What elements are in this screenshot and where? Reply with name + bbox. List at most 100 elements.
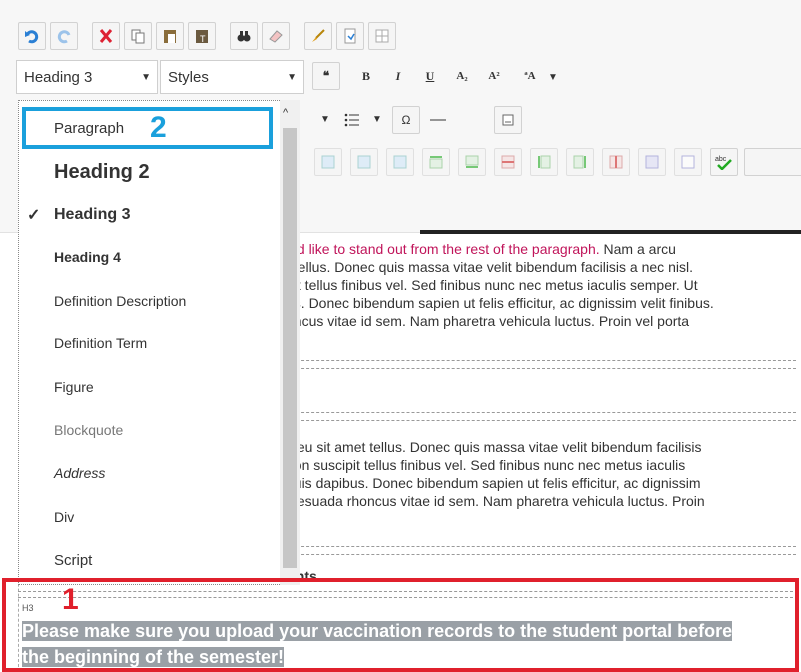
paragraph-line: uld like to stand out from the rest of t… — [286, 240, 792, 258]
paste-text-icon[interactable]: T — [188, 22, 216, 50]
italic-button[interactable]: I — [384, 62, 412, 90]
paragraph-line: t tellus. Donec quis massa vitae velit b… — [286, 259, 693, 275]
italic-label: I — [395, 68, 401, 83]
bold-label: B — [361, 68, 370, 83]
text-case-button[interactable]: ªA — [516, 62, 544, 90]
annotation-number-2: 2 — [150, 111, 167, 144]
horizontal-line-icon[interactable] — [424, 106, 452, 134]
menu-item-figure[interactable]: Figure — [19, 367, 281, 407]
menu-item-address[interactable]: Address — [19, 453, 281, 493]
paragraph-line: s eu sit amet tellus. Donec quis massa v… — [286, 439, 702, 455]
toolbar-more-button[interactable] — [744, 148, 801, 176]
paragraph-line: pit tellus finibus vel. Sed finibus nunc… — [286, 277, 698, 293]
block-divider — [286, 412, 796, 413]
scroll-up-icon[interactable]: ^ — [283, 107, 288, 119]
special-char-button[interactable]: Ω — [392, 106, 420, 134]
menu-item-label: Script — [54, 551, 93, 569]
block-format-value: Heading 3 — [24, 68, 93, 86]
subscript-button[interactable]: A₂ — [448, 62, 476, 90]
annotation-box-2 — [22, 107, 273, 149]
annotation-number-1: 1 — [62, 583, 79, 616]
superscript-button[interactable]: A² — [480, 62, 508, 90]
blockquote-button[interactable]: ❝ — [312, 62, 340, 90]
table-col-icon[interactable] — [386, 148, 414, 176]
chevron-down-icon: ▼ — [141, 71, 151, 83]
menu-item-label: Heading 4 — [54, 249, 121, 265]
paragraph-line: us. Donec bibendum sapien ut felis effic… — [286, 295, 714, 311]
table-icon[interactable] — [368, 22, 396, 50]
menu-item-heading-3[interactable]: ✓ Heading 3 — [19, 195, 281, 235]
insert-col-after-icon[interactable] — [566, 148, 594, 176]
page-break-icon[interactable] — [494, 106, 522, 134]
table-cell-icon[interactable] — [314, 148, 342, 176]
menu-item-label: Definition Term — [54, 335, 148, 351]
delete-col-icon[interactable] — [602, 148, 630, 176]
redo-icon[interactable] — [50, 22, 78, 50]
content-top-border — [420, 230, 801, 234]
block-divider — [286, 420, 796, 421]
insert-row-above-icon[interactable] — [422, 148, 450, 176]
paragraph-line: alesuada rhoncus vitae id sem. Nam phare… — [286, 493, 705, 509]
menu-item-label: Definition Description — [54, 293, 187, 309]
spellcheck-icon[interactable]: abc — [710, 148, 738, 176]
insert-row-below-icon[interactable] — [458, 148, 486, 176]
bullet-list-icon[interactable] — [338, 106, 366, 134]
paragraph-line: quis dapibus. Donec bibendum sapien ut f… — [286, 475, 701, 491]
text-case-label: ªA — [524, 70, 536, 82]
paragraph-text: Nam a arcu — [599, 241, 676, 257]
paragraph-line: non suscipit tellus finibus vel. Sed fin… — [286, 457, 686, 473]
find-icon[interactable] — [230, 22, 258, 50]
copy-icon[interactable] — [124, 22, 152, 50]
brush-icon[interactable] — [304, 22, 332, 50]
eraser-icon[interactable] — [262, 22, 290, 50]
menu-item-label: Heading 3 — [54, 206, 131, 223]
insert-col-before-icon[interactable] — [530, 148, 558, 176]
blockquote-icon: ❝ — [322, 68, 330, 83]
source-icon[interactable] — [336, 22, 364, 50]
menu-item-div[interactable]: Div — [19, 497, 281, 537]
menu-item-script[interactable]: Script — [19, 540, 281, 580]
svg-text:abc: abc — [715, 156, 727, 163]
svg-text:T: T — [200, 34, 206, 44]
block-format-select[interactable]: Heading 3 ▼ — [16, 60, 158, 94]
annotation-box-1 — [2, 578, 799, 672]
check-icon: ✓ — [27, 207, 41, 224]
underline-button[interactable]: U — [416, 62, 444, 90]
menu-item-label: Blockquote — [54, 422, 124, 438]
merge-cells-icon[interactable] — [638, 148, 666, 176]
menu-item-label: Figure — [54, 379, 94, 395]
menu-item-blockquote[interactable]: Blockquote — [19, 410, 281, 450]
block-divider — [286, 554, 796, 555]
paragraph-2[interactable]: s eu sit amet tellus. Donec quis massa v… — [286, 438, 792, 510]
menu-item-heading-2[interactable]: Heading 2 — [19, 152, 281, 192]
block-divider — [286, 546, 796, 547]
block-divider — [286, 360, 796, 361]
block-divider — [286, 368, 796, 369]
subscript-label: A₂ — [456, 70, 468, 82]
chevron-down-icon[interactable]: ▼ — [548, 72, 558, 83]
split-cells-icon[interactable] — [674, 148, 702, 176]
menu-item-definition-description[interactable]: Definition Description — [19, 281, 281, 321]
undo-icon[interactable] — [18, 22, 46, 50]
chevron-down-icon[interactable]: ▼ — [372, 114, 382, 125]
styles-select[interactable]: Styles ▼ — [160, 60, 304, 94]
table-row-icon[interactable] — [350, 148, 378, 176]
delete-row-icon[interactable] — [494, 148, 522, 176]
menu-item-label: Address — [54, 465, 106, 481]
cut-icon[interactable] — [92, 22, 120, 50]
underline-label: U — [425, 68, 435, 83]
chevron-down-icon[interactable]: ▼ — [320, 114, 330, 125]
paragraph-1[interactable]: uld like to stand out from the rest of t… — [286, 240, 792, 330]
paragraph-line: oncus vitae id sem. Nam pharetra vehicul… — [286, 313, 690, 329]
menu-item-definition-term[interactable]: Definition Term — [19, 323, 281, 363]
styles-value: Styles — [168, 68, 209, 86]
chevron-down-icon: ▼ — [287, 71, 297, 83]
menu-item-heading-4[interactable]: Heading 4 — [19, 237, 281, 277]
superscript-label: A² — [488, 70, 500, 82]
pink-text: uld like to stand out from the rest of t… — [286, 241, 600, 257]
menu-scroll-thumb[interactable] — [283, 128, 297, 568]
menu-item-label: Div — [54, 509, 75, 525]
bold-button[interactable]: B — [352, 62, 380, 90]
paste-icon[interactable] — [156, 22, 184, 50]
format-dropdown-menu: Paragraph Heading 2 ✓ Heading 3 Heading … — [18, 100, 300, 585]
